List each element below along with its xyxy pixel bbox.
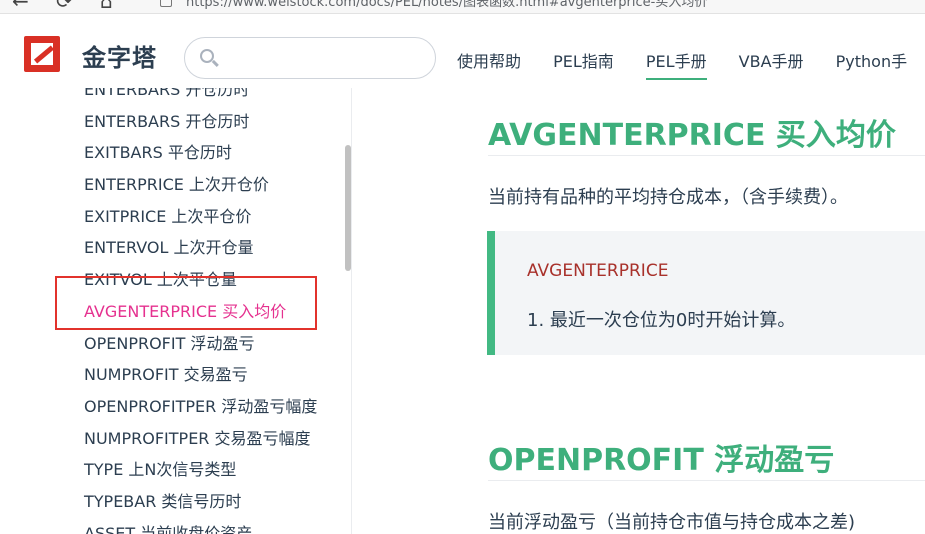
sidebar-item[interactable]: ENTERBARS 开仓历时 [84,88,317,106]
section-title-openprofit: OPENPROFIT 浮动盈亏 [488,443,835,478]
section-divider [488,155,925,156]
main-content: AVGENTERPRICE 买入均价 当前持有品种的平均持仓成本，（含手续费）。… [353,88,925,534]
section-description: 当前持有品种的平均持仓成本，（含手续费）。 [488,187,848,208]
sidebar-item-openprofit[interactable]: OPENPROFIT 浮动盈亏 [84,328,317,360]
sidebar-scrollbar[interactable] [345,145,351,271]
sidebar-item-typebar[interactable]: TYPEBAR 类信号历时 [84,486,317,518]
annotation-highlight-box [55,276,317,330]
sidebar-item-numprofitper[interactable]: NUMPROFITPER 交易盈亏幅度 [84,423,317,455]
top-nav: 使用帮助 PEL指南 PEL手册 VBA手册 Python手 [457,48,925,80]
sidebar-item-numprofit[interactable]: NUMPROFIT 交易盈亏 [84,359,317,391]
browser-toolbar: ← ⟳ ⌂ https://www.weistock.com/docs/PEL/… [0,0,925,14]
search-box[interactable] [184,37,436,79]
site-logo-icon[interactable] [24,36,60,72]
search-input[interactable] [223,46,423,70]
page-info-icon[interactable] [160,0,172,7]
callout-title: AVGENTERPRICE [527,261,669,281]
search-icon [200,49,214,63]
sidebar-item-asset[interactable]: ASSET 当前收盘价资产 [84,518,317,534]
nav-python-manual[interactable]: Python手 [836,48,907,78]
callout-list-item: 1. 最近一次仓位为0时开始计算。 [527,310,796,331]
section-divider [488,480,925,481]
nav-vba-manual[interactable]: VBA手册 [739,48,804,78]
sidebar-item-enterprice[interactable]: ENTERPRICE 上次开仓价 [84,169,317,201]
nav-pel-manual[interactable]: PEL手册 [645,48,707,80]
nav-pel-guide[interactable]: PEL指南 [553,48,614,78]
sidebar-item-exitprice[interactable]: EXITPRICE 上次平仓价 [84,201,317,233]
site-header: 金字塔 使用帮助 PEL指南 PEL手册 VBA手册 Python手 [0,14,925,88]
sidebar: ENTERBARS 开仓历时 ENTERBARS 开仓历时 EXITBARS 平… [0,88,352,534]
address-bar[interactable]: https://www.weistock.com/docs/PEL/notes/… [186,0,707,11]
sidebar-item-openprofitper[interactable]: OPENPROFITPER 浮动盈亏幅度 [84,391,317,423]
home-icon[interactable]: ⌂ [100,0,113,11]
section-title-avgenterprice: AVGENTERPRICE 买入均价 [488,118,896,153]
tip-callout: AVGENTERPRICE 1. 最近一次仓位为0时开始计算。 [487,231,925,355]
sidebar-item-exitbars[interactable]: EXITBARS 平仓历时 [84,137,317,169]
sidebar-item-entervol[interactable]: ENTERVOL 上次开仓量 [84,232,317,264]
nav-usage-help[interactable]: 使用帮助 [457,48,521,78]
section-description: 当前浮动盈亏（当前持仓市值与持仓成本之差) [488,512,856,533]
sidebar-item-type[interactable]: TYPE 上N次信号类型 [84,454,317,486]
back-arrow-icon[interactable]: ← [12,0,29,11]
reload-icon[interactable]: ⟳ [56,0,73,11]
sidebar-item-enterbars[interactable]: ENTERBARS 开仓历时 [84,106,317,138]
site-name[interactable]: 金字塔 [82,38,157,73]
